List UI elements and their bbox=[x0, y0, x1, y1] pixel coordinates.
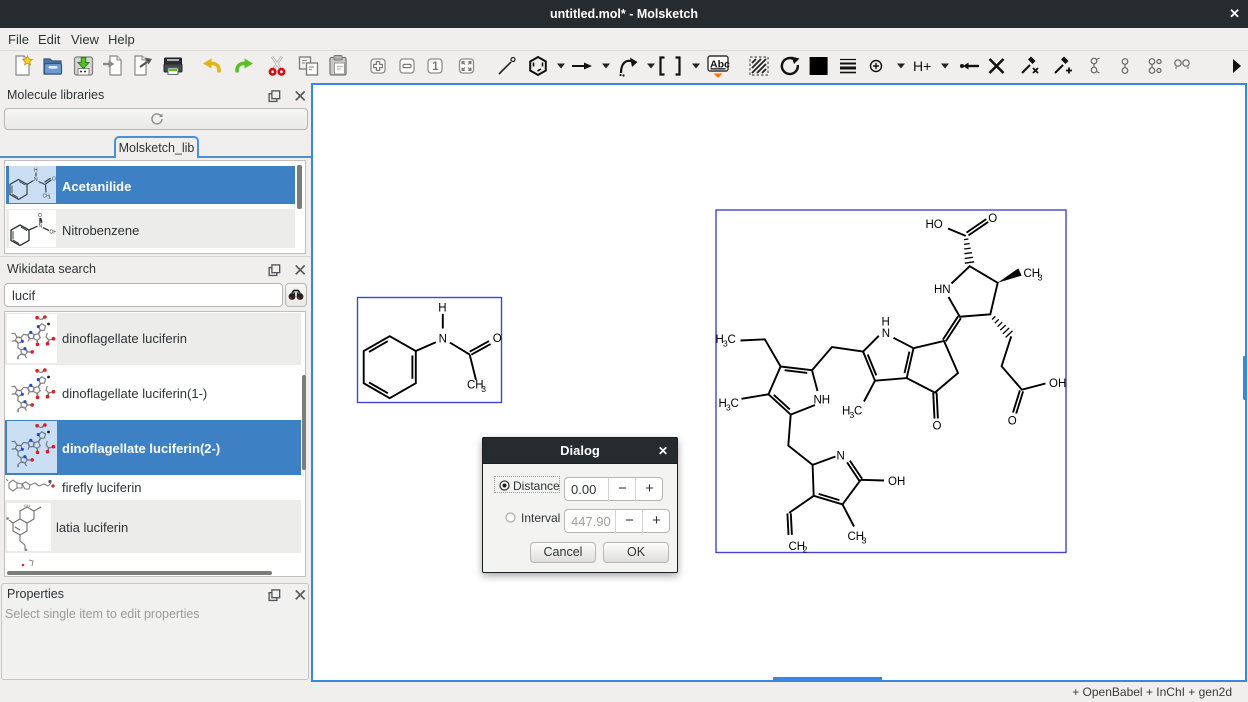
svg-text:CH: CH bbox=[24, 503, 30, 508]
svg-text:H: H bbox=[34, 168, 38, 174]
svg-text:NH: NH bbox=[814, 395, 831, 407]
svg-text:2: 2 bbox=[803, 545, 808, 555]
svg-text:O: O bbox=[38, 213, 42, 219]
svg-text:C: C bbox=[731, 398, 739, 410]
svg-text:O: O bbox=[1008, 416, 1017, 428]
svg-text:N: N bbox=[439, 334, 447, 346]
svg-text:3: 3 bbox=[1038, 273, 1043, 283]
svg-text:O: O bbox=[988, 213, 997, 225]
svg-text:1: 1 bbox=[432, 61, 439, 73]
svg-text:C: C bbox=[728, 334, 736, 346]
svg-text:OH: OH bbox=[888, 476, 905, 488]
svg-text:HN: HN bbox=[934, 284, 951, 296]
svg-text:O: O bbox=[933, 421, 942, 433]
svg-text:N: N bbox=[882, 328, 890, 340]
svg-text:C: C bbox=[854, 406, 862, 418]
svg-text:N: N bbox=[837, 451, 845, 463]
svg-text:OH: OH bbox=[1049, 378, 1066, 390]
svg-text:3: 3 bbox=[49, 196, 51, 200]
svg-text:H+: H+ bbox=[913, 58, 931, 74]
svg-text:OH: OH bbox=[50, 230, 57, 236]
svg-text:N: N bbox=[39, 224, 43, 230]
svg-text:H: H bbox=[438, 303, 446, 315]
svg-text:N: N bbox=[34, 177, 38, 183]
svg-text:H: H bbox=[882, 317, 890, 329]
svg-text:HO: HO bbox=[926, 219, 943, 231]
svg-text:O: O bbox=[52, 177, 56, 183]
svg-text:O: O bbox=[493, 333, 502, 345]
svg-text:3: 3 bbox=[862, 536, 867, 546]
svg-text:3: 3 bbox=[481, 384, 486, 394]
